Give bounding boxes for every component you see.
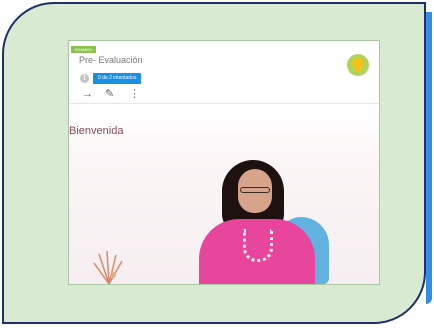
glasses-icon <box>240 187 270 193</box>
quiz-panel: EXAMEN Pre- Evaluación ! 0 de 2 intentad… <box>69 41 379 107</box>
decorative-plant <box>93 250 123 284</box>
welcome-heading: Bienvenida <box>69 125 124 137</box>
screenshot-frame: EXAMEN Pre- Evaluación ! 0 de 2 intentad… <box>68 40 380 285</box>
welcome-video[interactable]: Bienvenida <box>69 107 379 284</box>
necklace <box>243 229 273 262</box>
lightbulb-icon[interactable] <box>347 54 369 76</box>
attempts-badge[interactable]: 0 de 2 intentados <box>93 73 142 84</box>
more-vert-icon[interactable]: ⋮ <box>129 89 140 100</box>
panel-divider <box>69 103 379 104</box>
quiz-title[interactable]: Pre- Evaluación <box>79 55 143 65</box>
exam-tag: EXAMEN <box>71 46 96 53</box>
arrow-right-icon[interactable]: → <box>82 89 93 100</box>
card-accent-stripe <box>426 12 432 304</box>
pencil-icon[interactable]: ✎ <box>105 89 114 100</box>
info-icon[interactable]: ! <box>80 74 89 83</box>
